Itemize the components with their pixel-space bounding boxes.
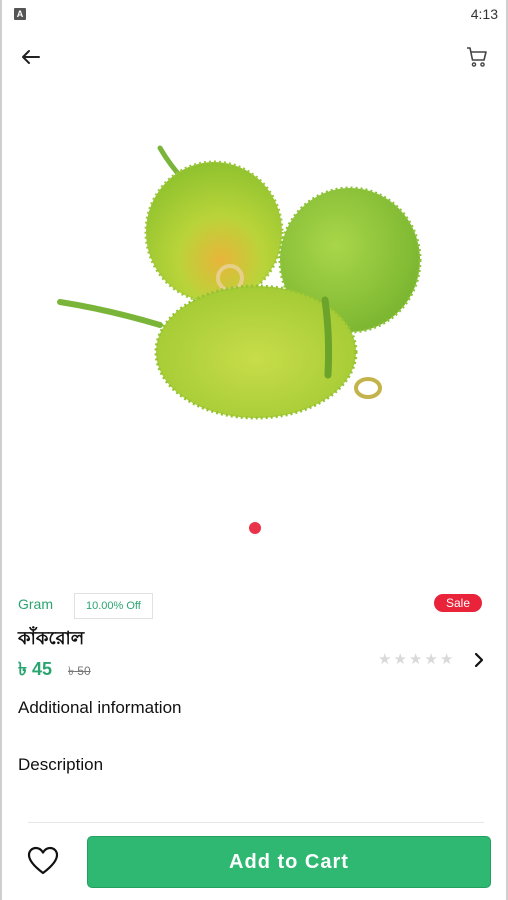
description-link[interactable]: Description [18, 755, 103, 775]
heart-icon [27, 846, 59, 875]
discount-badge: 10.00% Off [74, 593, 153, 619]
star-icon: ★ [393, 651, 407, 668]
reviews-chevron-button[interactable] [470, 650, 488, 670]
product-name: কাঁকরোল [18, 628, 85, 648]
star-icon: ★ [408, 651, 423, 668]
product-price: ৳ 45 [18, 659, 52, 679]
top-bar [0, 38, 508, 74]
product-image[interactable] [50, 120, 460, 450]
shopping-cart-icon [467, 47, 487, 67]
arrow-left-icon [22, 50, 40, 64]
star-icon: ★ [439, 651, 454, 668]
wishlist-button[interactable] [26, 845, 60, 877]
divider [28, 822, 484, 823]
status-bar: A 4:13 [0, 0, 508, 28]
additional-information-link[interactable]: Additional information [18, 698, 181, 718]
kakrol-gourd-image [57, 145, 422, 420]
sale-badge: Sale [433, 594, 482, 612]
unit-label: Gram [18, 596, 53, 612]
old-price: ৳ 50 [68, 664, 91, 678]
carousel-dot-active[interactable] [249, 522, 261, 534]
rating-stars[interactable]: ★ ★ ★ ★ ★ [378, 651, 453, 669]
back-button[interactable] [18, 44, 44, 70]
add-to-cart-button[interactable]: Add to Cart [87, 836, 491, 888]
cart-button[interactable] [464, 44, 490, 70]
app-notification-icon: A [14, 8, 26, 20]
chevron-right-icon [474, 652, 484, 668]
status-time: 4:13 [470, 6, 498, 22]
star-icon: ★ [424, 651, 438, 668]
star-icon: ★ [378, 651, 392, 668]
